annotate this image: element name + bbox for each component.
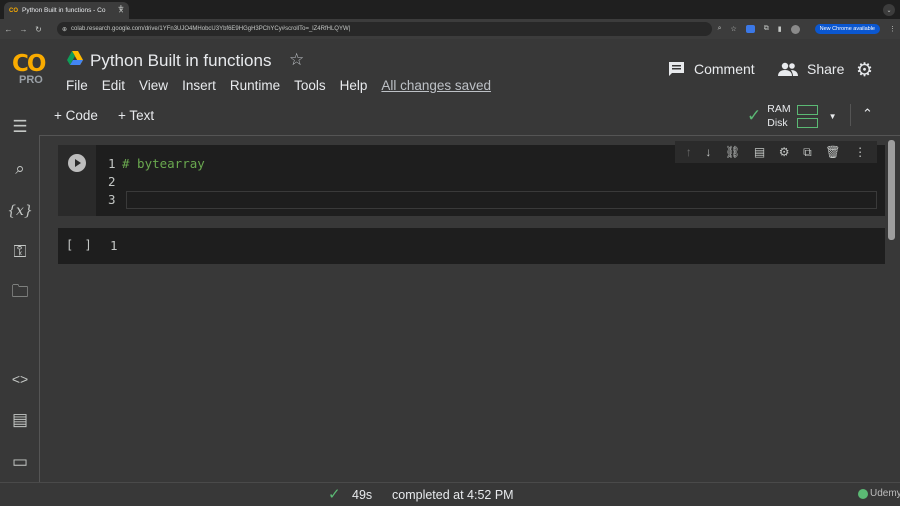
add-text-button[interactable]: + Text xyxy=(118,108,154,123)
profile-avatar[interactable] xyxy=(790,24,800,34)
resources-indicator[interactable]: ✓ RAM Disk ▼ xyxy=(747,102,837,130)
settings-gear-icon[interactable]: ⚙ xyxy=(856,59,873,82)
browser-tab[interactable]: CO Python Built in functions - Co ✕ xyxy=(4,2,129,19)
add-comment-icon[interactable]: ▤ xyxy=(754,145,765,159)
notebook-title[interactable]: Python Built in functions xyxy=(90,51,271,71)
forward-icon[interactable]: → xyxy=(17,25,30,34)
browser-action-icons: ⌕ ☆ ⧉ ▮ New Chrome available ⋮ xyxy=(718,22,896,36)
line-number: 1 xyxy=(108,156,116,171)
people-icon xyxy=(778,62,798,76)
menu-bar: File Edit View Insert Runtime Tools Help… xyxy=(66,78,505,93)
back-icon[interactable]: ← xyxy=(2,25,15,34)
site-info-icon[interactable]: ⊕ xyxy=(62,26,67,33)
move-cell-up-icon[interactable]: ↑ xyxy=(686,145,692,159)
save-status-link[interactable]: All changes saved xyxy=(381,78,491,93)
ram-label: RAM xyxy=(767,103,791,115)
completion-status[interactable]: completed at 4:52 PM xyxy=(392,488,514,502)
toolbar-divider xyxy=(850,104,851,126)
table-of-contents-icon[interactable]: ☰ xyxy=(8,115,32,139)
menu-file[interactable]: File xyxy=(66,78,88,93)
run-cell-button[interactable] xyxy=(68,154,86,172)
browser-tab-bar: CO Python Built in functions - Co ✕ + ⌄ xyxy=(0,0,900,19)
code-line: 2 xyxy=(108,173,205,191)
sidebar-divider xyxy=(39,135,40,482)
watermark-dot xyxy=(858,488,868,499)
google-drive-icon[interactable] xyxy=(67,51,83,65)
menu-runtime[interactable]: Runtime xyxy=(230,78,280,93)
mirror-cell-icon[interactable]: ⧉ xyxy=(803,145,812,160)
disk-label: Disk xyxy=(767,117,788,129)
more-actions-icon[interactable]: ⋮ xyxy=(854,145,866,159)
side-panel-icon[interactable]: ▮ xyxy=(778,25,782,33)
left-sidebar: ☰ ⌕ {x} ⚿ 🗀 <> ▤ ▭ xyxy=(0,106,40,482)
disk-bar xyxy=(796,117,818,128)
zoom-icon[interactable]: ⌕ xyxy=(718,25,722,33)
share-label: Share xyxy=(807,61,845,77)
execution-count: [ ] xyxy=(66,238,94,252)
tab-search-icon[interactable]: ⌄ xyxy=(883,4,895,16)
comment-label: Comment xyxy=(694,61,755,77)
new-tab-icon[interactable]: + xyxy=(118,3,124,14)
resource-labels: RAM Disk xyxy=(767,102,790,130)
active-line-highlight xyxy=(126,191,877,209)
notebook-toolbar: + Code + Text ✓ RAM Disk ▼ ⌃ xyxy=(40,96,900,136)
share-button[interactable]: Share xyxy=(778,61,844,77)
line-number: 3 xyxy=(108,192,116,207)
execution-complete-check-icon: ✓ xyxy=(328,486,341,503)
pro-badge: PRO xyxy=(19,74,43,86)
secrets-key-icon[interactable]: ⚿ xyxy=(8,240,32,264)
extension-icon[interactable] xyxy=(745,25,755,33)
menu-insert[interactable]: Insert xyxy=(182,78,216,93)
files-folder-icon[interactable]: 🗀 xyxy=(8,281,32,305)
cell-scrollbar[interactable] xyxy=(888,140,895,240)
menu-help[interactable]: Help xyxy=(340,78,368,93)
status-bar: ✓ 49s completed at 4:52 PM Udemy xyxy=(0,482,900,506)
watermark-text: Udemy xyxy=(870,488,900,499)
udemy-watermark: Udemy xyxy=(858,488,900,499)
cell-toolbar: ↑ ↓ ⛓ ▤ ⚙ ⧉ 🗑 ⋮ xyxy=(675,141,877,163)
extensions-puzzle-icon[interactable]: ⧉ xyxy=(764,25,769,33)
comment-button[interactable]: Comment xyxy=(668,61,755,77)
link-to-cell-icon[interactable]: ⛓ xyxy=(725,145,740,159)
colab-logo[interactable]: CO PRO xyxy=(12,51,54,86)
code-snippets-icon[interactable]: <> xyxy=(8,367,32,391)
code-cell[interactable]: [ ] 1 xyxy=(58,228,885,264)
move-cell-down-icon[interactable]: ↓ xyxy=(705,145,711,159)
runtime-dropdown-icon[interactable]: ▼ xyxy=(829,112,837,121)
menu-tools[interactable]: Tools xyxy=(294,78,326,93)
connected-check-icon: ✓ xyxy=(747,106,762,125)
url-input[interactable]: ⊕ colab.research.google.com/drive/1YFn3U… xyxy=(57,22,712,36)
menu-view[interactable]: View xyxy=(139,78,168,93)
cell-gutter xyxy=(58,145,96,216)
url-text: colab.research.google.com/drive/1YFn3UJO… xyxy=(71,26,351,32)
resource-bars xyxy=(796,104,818,128)
new-chrome-available-button[interactable]: New Chrome available xyxy=(814,24,880,34)
variables-icon[interactable]: {x} xyxy=(7,199,33,223)
chrome-menu-icon[interactable]: ⋮ xyxy=(889,25,896,33)
comment-icon xyxy=(669,62,684,76)
cell-settings-icon[interactable]: ⚙ xyxy=(779,145,790,159)
code-line: 1 # bytearray xyxy=(108,155,205,173)
command-palette-icon[interactable]: ▤ xyxy=(8,408,32,432)
menu-edit[interactable]: Edit xyxy=(102,78,125,93)
colab-favicon-icon: CO xyxy=(9,7,18,14)
collapse-header-icon[interactable]: ⌃ xyxy=(862,106,873,122)
add-code-button[interactable]: + Code xyxy=(54,108,98,123)
terminal-icon[interactable]: ▭ xyxy=(8,450,32,474)
tab-title: Python Built in functions - Co xyxy=(22,7,106,14)
reload-icon[interactable]: ↻ xyxy=(32,25,45,34)
code-cell[interactable]: 1 # bytearray 2 3 ↑ ↓ ⛓ ▤ ⚙ ⧉ 🗑 ⋮ xyxy=(58,141,885,216)
code-comment: # bytearray xyxy=(122,156,205,171)
star-icon[interactable]: ☆ xyxy=(289,50,304,70)
search-icon[interactable]: ⌕ xyxy=(8,157,32,181)
line-number: 1 xyxy=(110,238,118,253)
execution-duration[interactable]: 49s xyxy=(352,488,372,502)
ram-bar xyxy=(796,104,818,115)
bookmark-star-icon[interactable]: ☆ xyxy=(731,25,737,33)
browser-address-bar: ← → ↻ ⊕ colab.research.google.com/drive/… xyxy=(0,19,900,39)
line-number: 2 xyxy=(108,174,116,189)
delete-cell-icon[interactable]: 🗑 xyxy=(825,145,840,159)
